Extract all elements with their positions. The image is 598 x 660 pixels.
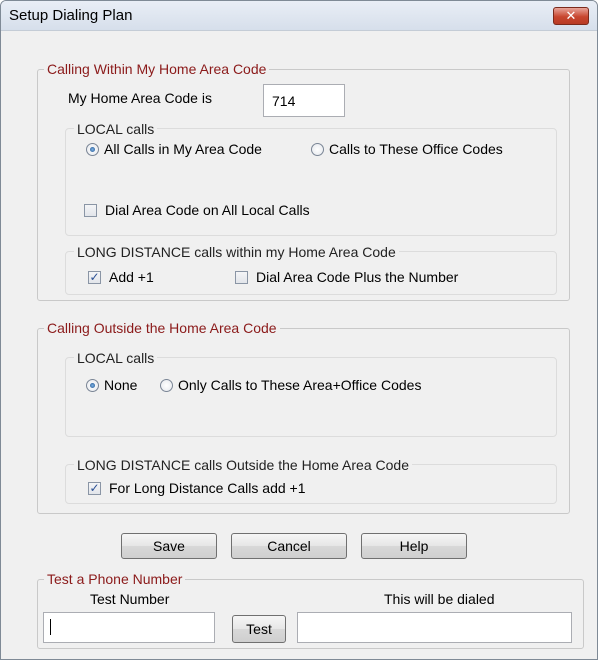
home-area-group: Calling Within My Home Area Code My Home… (37, 60, 570, 301)
cancel-button[interactable]: Cancel (231, 533, 347, 559)
text-cursor (50, 619, 51, 635)
home-long-distance-legend: LONG DISTANCE calls within my Home Area … (74, 243, 399, 261)
home-area-legend: Calling Within My Home Area Code (44, 60, 270, 78)
checkbox-checked[interactable]: ✓ (88, 481, 101, 495)
long-distance-add-plus1-label: For Long Distance Calls add +1 (109, 480, 306, 496)
radio-none-label: None (104, 377, 138, 393)
outside-local-calls-legend: LOCAL calls (74, 349, 158, 367)
add-plus1-label: Add +1 (109, 269, 154, 285)
radio-office-codes-label: Calls to These Office Codes (329, 141, 503, 157)
outside-area-legend: Calling Outside the Home Area Code (44, 319, 280, 337)
dialed-output-field (297, 612, 572, 643)
outside-local-calls-group: LOCAL calls None Only Calls to These Are… (65, 349, 557, 437)
radio-button-selected[interactable] (86, 142, 99, 156)
test-button[interactable]: Test (232, 615, 286, 643)
radio-only-area-office-codes[interactable]: Only Calls to These Area+Office Codes (160, 377, 421, 393)
window-title: Setup Dialing Plan (9, 7, 133, 24)
dial-area-code-local-checkbox[interactable]: Dial Area Code on All Local Calls (84, 202, 310, 218)
close-icon: ✕ (565, 8, 577, 23)
radio-all-calls-area-code[interactable]: All Calls in My Area Code (86, 141, 262, 157)
test-number-input[interactable] (43, 612, 215, 643)
help-button[interactable]: Help (361, 533, 467, 559)
close-button[interactable]: ✕ (553, 7, 589, 25)
save-button[interactable]: Save (121, 533, 217, 559)
radio-only-area-office-label: Only Calls to These Area+Office Codes (178, 377, 422, 393)
dial-area-code-local-label: Dial Area Code on All Local Calls (105, 202, 310, 218)
checkbox-unchecked[interactable] (84, 203, 97, 217)
outside-area-group: Calling Outside the Home Area Code LOCAL… (37, 319, 570, 514)
long-distance-add-plus1-checkbox[interactable]: ✓ For Long Distance Calls add +1 (88, 480, 306, 496)
test-number-label: Test Number (90, 591, 170, 607)
radio-all-calls-label: All Calls in My Area Code (104, 141, 262, 157)
test-phone-legend: Test a Phone Number (44, 570, 186, 588)
home-area-code-input[interactable] (263, 84, 345, 117)
dial-area-plus-number-checkbox[interactable]: Dial Area Code Plus the Number (235, 269, 458, 285)
dialed-label: This will be dialed (384, 591, 495, 607)
home-long-distance-group: LONG DISTANCE calls within my Home Area … (65, 243, 557, 295)
radio-button-selected[interactable] (86, 378, 99, 392)
setup-dialing-plan-dialog: Setup Dialing Plan ✕ Calling Within My H… (0, 0, 598, 660)
dial-area-plus-number-label: Dial Area Code Plus the Number (256, 269, 459, 285)
add-plus1-checkbox[interactable]: ✓ Add +1 (88, 269, 154, 285)
title-bar[interactable]: Setup Dialing Plan ✕ (1, 1, 597, 31)
radio-button[interactable] (311, 142, 324, 156)
outside-long-distance-group: LONG DISTANCE calls Outside the Home Are… (65, 456, 557, 504)
checkbox-unchecked[interactable] (235, 270, 248, 284)
home-local-calls-group: LOCAL calls All Calls in My Area Code Ca… (65, 120, 557, 236)
outside-long-distance-legend: LONG DISTANCE calls Outside the Home Are… (74, 456, 412, 474)
checkbox-checked[interactable]: ✓ (88, 270, 101, 284)
radio-office-codes[interactable]: Calls to These Office Codes (311, 141, 503, 157)
radio-button[interactable] (160, 378, 173, 392)
radio-none[interactable]: None (86, 377, 137, 393)
home-local-calls-legend: LOCAL calls (74, 120, 158, 138)
home-area-code-label: My Home Area Code is (68, 90, 212, 106)
